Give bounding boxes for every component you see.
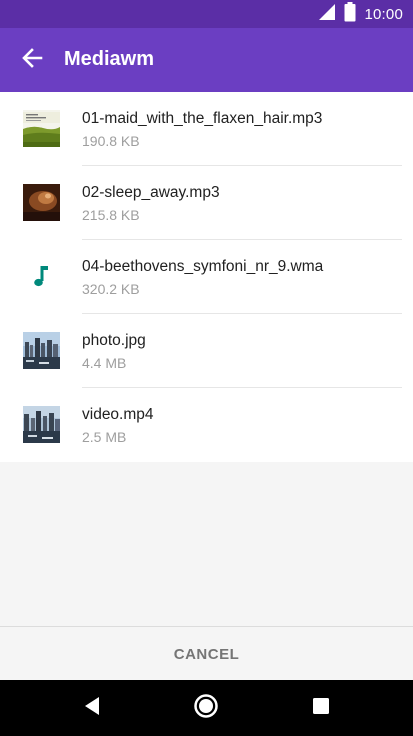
dialog-footer: CANCEL bbox=[0, 626, 413, 680]
file-row[interactable]: photo.jpg 4.4 MB bbox=[0, 314, 413, 388]
music-note-icon bbox=[23, 258, 60, 295]
file-size: 190.8 KB bbox=[82, 133, 140, 149]
album-art-thumbnail bbox=[23, 184, 60, 221]
status-bar: 10:00 bbox=[0, 0, 413, 28]
album-art-thumbnail bbox=[23, 110, 60, 147]
file-name: video.mp4 bbox=[82, 406, 154, 423]
nav-back-button[interactable] bbox=[78, 694, 106, 722]
home-icon bbox=[193, 693, 219, 724]
file-row[interactable]: 02-sleep_away.mp3 215.8 KB bbox=[0, 166, 413, 240]
file-size: 4.4 MB bbox=[82, 355, 127, 371]
recents-icon bbox=[312, 697, 330, 720]
nav-recents-button[interactable] bbox=[307, 694, 335, 722]
arrow-back-icon bbox=[21, 47, 43, 74]
navigation-bar bbox=[0, 680, 413, 736]
file-name: 04-beethovens_symfoni_nr_9.wma bbox=[82, 258, 324, 275]
file-size: 2.5 MB bbox=[82, 429, 127, 445]
status-time: 10:00 bbox=[364, 5, 403, 23]
file-name: 02-sleep_away.mp3 bbox=[82, 184, 220, 201]
signal-icon bbox=[318, 3, 336, 26]
photo-thumbnail bbox=[23, 332, 60, 369]
status-icons: 10:00 bbox=[318, 1, 403, 27]
nav-home-button[interactable] bbox=[192, 693, 220, 724]
video-thumbnail bbox=[23, 406, 60, 443]
file-name: 01-maid_with_the_flaxen_hair.mp3 bbox=[82, 110, 323, 127]
back-button[interactable] bbox=[12, 40, 52, 80]
app-bar: Mediawm bbox=[0, 28, 413, 92]
app-title: Mediawm bbox=[64, 48, 155, 70]
file-size: 215.8 KB bbox=[82, 207, 140, 223]
file-size: 320.2 KB bbox=[82, 281, 140, 297]
file-list: 01-maid_with_the_flaxen_hair.mp3 190.8 K… bbox=[0, 92, 413, 462]
file-row[interactable]: 04-beethovens_symfoni_nr_9.wma 320.2 KB bbox=[0, 240, 413, 314]
battery-icon bbox=[344, 1, 356, 27]
back-icon bbox=[82, 696, 102, 721]
file-row[interactable]: 01-maid_with_the_flaxen_hair.mp3 190.8 K… bbox=[0, 92, 413, 166]
cancel-button[interactable]: CANCEL bbox=[0, 627, 413, 681]
file-name: photo.jpg bbox=[82, 332, 146, 349]
file-row[interactable]: video.mp4 2.5 MB bbox=[0, 388, 413, 462]
